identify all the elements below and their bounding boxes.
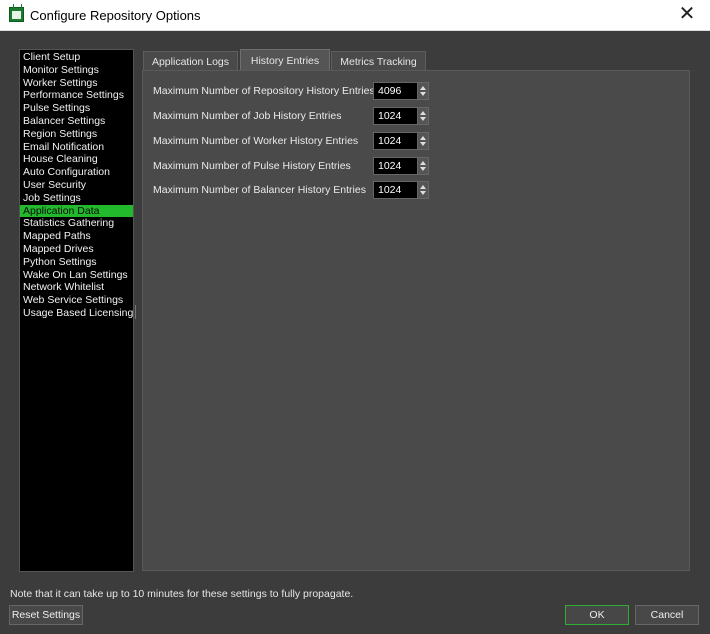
field-label: Maximum Number of Job History Entries (153, 110, 342, 122)
job-history-spinbox[interactable]: 1024 (373, 107, 429, 125)
sidebar-item-monitor-settings[interactable]: Monitor Settings (20, 64, 133, 77)
close-button[interactable]: ✕ (664, 0, 710, 31)
spin-buttons[interactable] (417, 108, 428, 124)
field-label: Maximum Number of Balancer History Entri… (153, 184, 366, 196)
sidebar-item-statistics-gathering[interactable]: Statistics Gathering (20, 217, 133, 230)
sidebar-item-usage-based-licensing[interactable]: Usage Based Licensing (20, 307, 133, 320)
repository-history-spinbox[interactable]: 4096 (373, 82, 429, 100)
spin-down-icon[interactable] (420, 191, 426, 195)
sidebar-item-application-data[interactable]: Application Data (20, 204, 133, 218)
field-label: Maximum Number of Repository History Ent… (153, 85, 375, 97)
spin-down-icon[interactable] (420, 117, 426, 121)
history-entries-panel: Maximum Number of Repository History Ent… (142, 70, 690, 571)
cancel-button[interactable]: Cancel (635, 605, 699, 625)
settings-category-list[interactable]: Client Setup Monitor Settings Worker Setti… (19, 49, 134, 572)
balancer-history-spinbox[interactable]: 1024 (373, 181, 429, 199)
spin-down-icon[interactable] (420, 167, 426, 171)
spin-down-icon[interactable] (420, 142, 426, 146)
sidebar-item-house-cleaning[interactable]: House Cleaning (20, 153, 133, 166)
pulse-history-spinbox[interactable]: 1024 (373, 157, 429, 175)
spin-buttons[interactable] (417, 83, 428, 99)
tab-metrics-tracking[interactable]: Metrics Tracking (331, 51, 426, 71)
spinbox-value: 1024 (378, 110, 402, 122)
sidebar-item-worker-settings[interactable]: Worker Settings (20, 77, 133, 90)
sidebar-item-wake-on-lan-settings[interactable]: Wake On Lan Settings (20, 269, 133, 282)
sidebar-item-python-settings[interactable]: Python Settings (20, 256, 133, 269)
sidebar-item-email-notification[interactable]: Email Notification (20, 141, 133, 154)
spinbox-value: 1024 (378, 184, 402, 196)
spin-buttons[interactable] (417, 133, 428, 149)
spin-buttons[interactable] (417, 182, 428, 198)
sidebar-item-auto-configuration[interactable]: Auto Configuration (20, 166, 133, 179)
field-label: Maximum Number of Worker History Entries (153, 135, 359, 147)
spinbox-value: 1024 (378, 135, 402, 147)
sidebar-item-client-setup[interactable]: Client Setup (20, 51, 133, 64)
spin-up-icon[interactable] (420, 136, 426, 140)
spin-buttons[interactable] (417, 158, 428, 174)
tab-application-logs[interactable]: Application Logs (143, 51, 238, 71)
sidebar-item-web-service-settings[interactable]: Web Service Settings (20, 294, 133, 307)
window-title: Configure Repository Options (30, 8, 201, 23)
sidebar-item-network-whitelist[interactable]: Network Whitelist (20, 281, 133, 294)
sidebar-item-user-security[interactable]: User Security (20, 179, 133, 192)
spin-up-icon[interactable] (420, 161, 426, 165)
sidebar-item-balancer-settings[interactable]: Balancer Settings (20, 115, 133, 128)
spin-up-icon[interactable] (420, 111, 426, 115)
spin-up-icon[interactable] (420, 86, 426, 90)
spin-up-icon[interactable] (420, 185, 426, 189)
reset-settings-button[interactable]: Reset Settings (9, 605, 83, 625)
sidebar-item-performance-settings[interactable]: Performance Settings (20, 89, 133, 102)
title-bar: Configure Repository Options ✕ (0, 0, 710, 31)
sidebar-item-mapped-drives[interactable]: Mapped Drives (20, 243, 133, 256)
sidebar-item-mapped-paths[interactable]: Mapped Paths (20, 230, 133, 243)
sidebar-item-pulse-settings[interactable]: Pulse Settings (20, 102, 133, 115)
sidebar-item-job-settings[interactable]: Job Settings (20, 192, 133, 205)
spin-down-icon[interactable] (420, 92, 426, 96)
propagation-note: Note that it can take up to 10 minutes f… (10, 588, 354, 600)
field-label: Maximum Number of Pulse History Entries (153, 160, 351, 172)
spinbox-value: 4096 (378, 85, 402, 97)
spinbox-value: 1024 (378, 160, 402, 172)
sidebar-item-region-settings[interactable]: Region Settings (20, 128, 133, 141)
ok-button[interactable]: OK (565, 605, 629, 625)
app-icon (9, 4, 24, 22)
worker-history-spinbox[interactable]: 1024 (373, 132, 429, 150)
tab-history-entries[interactable]: History Entries (240, 49, 330, 71)
splitter-handle[interactable] (135, 305, 137, 319)
